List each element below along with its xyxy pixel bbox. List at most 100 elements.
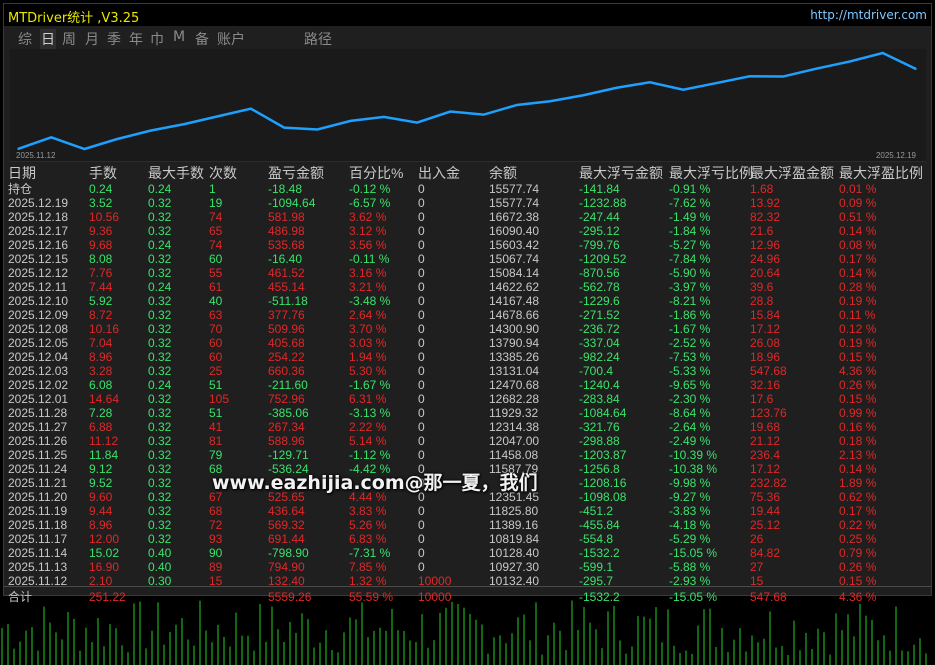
cell-date: 2025.12.02 — [8, 378, 69, 392]
cell-max-fp-pct: 0.26 % — [839, 378, 877, 392]
table-row[interactable]: 2025.12.02 6.08 0.24 51 -211.60 -1.67 % 0 12470… — [4, 378, 931, 392]
table-row[interactable]: 2025.12.11 7.44 0.24 61 455.14 3.21 % 0 14622.6… — [4, 280, 931, 294]
cell-count: 74 — [209, 210, 223, 224]
tab-month[interactable]: 月 — [85, 29, 99, 49]
equity-point — [449, 110, 452, 113]
tab-symbol[interactable]: 巾 — [150, 29, 164, 49]
website-link[interactable]: http://mtdriver.com — [810, 8, 927, 22]
cell-count: 61 — [209, 280, 223, 294]
cell-date: 2025.11.17 — [8, 532, 68, 546]
table-row[interactable]: 2025.11.19 9.44 0.32 68 436.64 3.83 % 0 11825.8… — [4, 504, 931, 518]
equity-point — [250, 107, 252, 110]
cell-max-dd-pct: -5.33 % — [669, 364, 711, 378]
equity-point — [815, 67, 818, 70]
table-row[interactable]: 2025.12.04 8.96 0.32 60 254.22 1.94 % 0 13385.2… — [4, 350, 931, 364]
table-row[interactable]: 2025.11.17 12.00 0.32 93 691.44 6.83 % 0 10819.… — [4, 532, 931, 546]
cell-lots: 7.04 — [89, 336, 113, 350]
table-row[interactable]: 2025.11.13 16.90 0.40 89 794.90 7.85 % 0 10927.… — [4, 560, 931, 574]
cell-date: 2025.12.17 — [8, 224, 69, 238]
cell-pnl: 509.96 — [268, 322, 305, 336]
cell-max-lots: 0.40 — [148, 546, 172, 560]
table-row[interactable]: 2025.11.28 7.28 0.32 51 -385.06 -3.13 % 0 11929… — [4, 406, 931, 420]
column-header[interactable]: 最大浮亏金额 — [579, 164, 663, 182]
table-row[interactable]: 2025.12.15 8.08 0.32 60 -16.40 -0.11 % 0 15067.… — [4, 252, 931, 266]
column-header[interactable]: 百分比% — [349, 164, 403, 182]
tab-quarter[interactable]: 季 — [107, 29, 121, 49]
cell-lots: 9.68 — [89, 238, 113, 252]
table-row[interactable]: 2025.12.19 3.52 0.32 19 -1094.64 -6.57 % 0 1557… — [4, 196, 931, 210]
table-row[interactable]: 2025.12.03 3.28 0.32 25 660.36 5.30 % 0 13131.0… — [4, 364, 931, 378]
column-header[interactable]: 最大浮盈金额 — [750, 164, 834, 182]
tab-summary[interactable]: 综 — [18, 29, 32, 49]
table-row[interactable]: 2025.12.05 7.04 0.32 60 405.68 3.03 % 0 13790.9… — [4, 336, 931, 350]
equity-point — [549, 100, 551, 103]
tab-day[interactable]: 日 — [40, 29, 56, 49]
cell-balance: 10819.84 — [489, 532, 540, 546]
tab-account[interactable]: 账户 — [217, 29, 245, 49]
cell-max-dd-pct: -2.52 % — [669, 336, 711, 350]
cell-lots: 3.28 — [89, 364, 113, 378]
cell-max-dd-pct: -1.84 % — [669, 224, 711, 238]
table-row[interactable]: 2025.12.12 7.76 0.32 55 461.52 3.16 % 0 15084.1… — [4, 266, 931, 280]
cell-flow: 0 — [418, 336, 425, 350]
tab-year[interactable]: 年 — [129, 29, 143, 49]
column-header[interactable]: 盈亏金额 — [268, 164, 324, 182]
cell-date: 2025.11.24 — [8, 462, 68, 476]
table-row[interactable]: 2025.12.18 10.56 0.32 74 581.98 3.62 % 0 16672.… — [4, 210, 931, 224]
column-header[interactable]: 次数 — [209, 164, 237, 182]
column-header[interactable]: 余额 — [489, 164, 517, 182]
equity-point — [17, 148, 19, 150]
chart-end-date: 2025.12.19 — [875, 151, 916, 160]
cell-count: 90 — [209, 546, 223, 560]
cell-balance: 16672.38 — [489, 210, 540, 224]
cell-max-lots: 0.32 — [148, 518, 172, 532]
cell-date: 2025.12.19 — [8, 196, 69, 210]
table-row[interactable]: 2025.11.27 6.88 0.32 41 267.34 2.22 % 0 12314.3… — [4, 420, 931, 434]
cell-flow: 0 — [418, 322, 425, 336]
table-row[interactable]: 2025.12.17 9.36 0.32 65 486.98 3.12 % 0 16090.4… — [4, 224, 931, 238]
column-header[interactable]: 日期 — [8, 164, 36, 182]
tab-week[interactable]: 周 — [62, 29, 76, 49]
table-row[interactable]: 2025.11.18 8.96 0.32 72 569.32 5.26 % 0 11389.1… — [4, 518, 931, 532]
cell-pct: -0.11 % — [349, 252, 390, 266]
cell-max-dd-pct: -8.64 % — [669, 406, 711, 420]
table-row[interactable]: 2025.11.14 15.02 0.40 90 -798.90 -7.31 % 0 1012… — [4, 546, 931, 560]
cell-count: 72 — [209, 518, 223, 532]
cell-max-fp: 24.96 — [750, 252, 781, 266]
cell-max-fp-pct: 0.25 % — [839, 532, 877, 546]
total-lots: 251.22 — [89, 590, 126, 604]
table-row[interactable]: 2025.12.01 14.64 0.32 105 752.96 6.31 % 0 12682… — [4, 392, 931, 406]
cell-date: 2025.12.10 — [8, 294, 69, 308]
tab-path[interactable]: 路径 — [304, 29, 332, 49]
cell-max-dd-pct: -7.53 % — [669, 350, 711, 364]
cell-lots: 14.64 — [89, 392, 120, 406]
cell-count: 51 — [209, 406, 223, 420]
table-row[interactable]: 2025.11.25 11.84 0.32 79 -129.71 -1.12 % 0 1145… — [4, 448, 931, 462]
cell-pnl: 254.22 — [268, 350, 305, 364]
cell-max-dd-pct: -2.64 % — [669, 420, 711, 434]
column-header[interactable]: 手数 — [89, 164, 117, 182]
cell-pct: 1.94 % — [349, 350, 387, 364]
cell-max-lots: 0.24 — [148, 378, 172, 392]
cell-pnl: 569.32 — [268, 518, 305, 532]
column-header[interactable]: 最大浮盈比例 — [839, 164, 923, 182]
table-row[interactable]: 2025.12.08 10.16 0.32 70 509.96 3.70 % 0 14300.… — [4, 322, 931, 336]
cell-pct: 2.64 % — [349, 308, 387, 322]
cell-count: 1 — [209, 182, 216, 196]
cell-max-fp: 27 — [750, 560, 764, 574]
cell-count: 60 — [209, 336, 223, 350]
tab-magic[interactable]: M — [173, 29, 185, 45]
column-header[interactable]: 最大浮亏比例 — [669, 164, 753, 182]
table-row[interactable]: 2025.12.10 5.92 0.32 40 -511.18 -3.48 % 0 14167… — [4, 294, 931, 308]
column-header[interactable]: 最大手数 — [148, 164, 204, 182]
table-row[interactable]: 2025.11.26 11.12 0.32 81 588.96 5.14 % 0 12047.… — [4, 434, 931, 448]
table-row[interactable]: 2025.12.09 8.72 0.32 63 377.76 2.64 % 0 14678.6… — [4, 308, 931, 322]
equity-point — [216, 115, 219, 118]
table-row[interactable]: 2025.12.16 9.68 0.24 74 535.68 3.56 % 0 15603.4… — [4, 238, 931, 252]
equity-curve-chart: 2025.11.12 2025.12.19 — [10, 49, 926, 162]
column-header[interactable]: 出入金 — [418, 164, 460, 182]
table-row[interactable]: 持仓 0.24 0.24 1 -18.48 -0.12 % 0 15577.74 -141.84… — [4, 182, 931, 196]
tab-note[interactable]: 备 — [195, 29, 209, 49]
cell-max-fp: 13.92 — [750, 196, 781, 210]
cell-lots: 9.44 — [89, 504, 113, 518]
